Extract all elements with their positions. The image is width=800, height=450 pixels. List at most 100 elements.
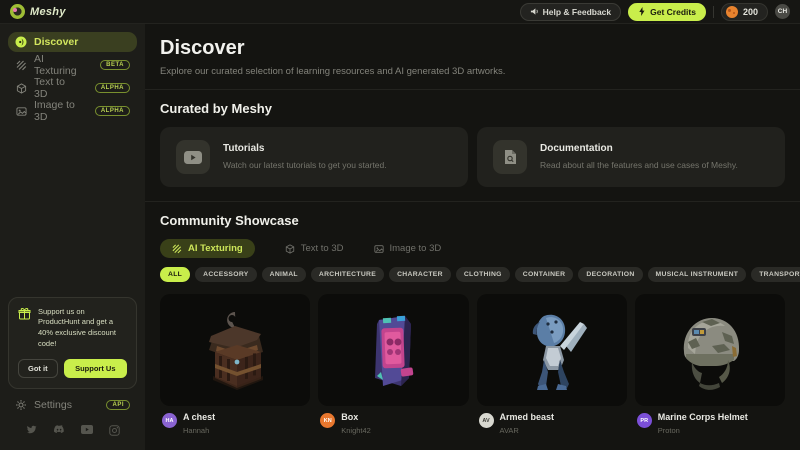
texture-brush-icon	[15, 59, 27, 71]
twitter-icon[interactable]	[26, 425, 37, 436]
resource-description: Read about all the features and use case…	[540, 160, 738, 170]
doc-search-icon	[493, 140, 527, 174]
model-card: KN Box Knight42	[318, 294, 468, 435]
model-author[interactable]: Hannah	[183, 426, 215, 435]
sidebar-item-ai-texturing[interactable]: AI Texturing BETA	[8, 55, 137, 75]
topbar: Meshy Help & Feedback Get Credits 200 CH	[0, 0, 800, 24]
author-avatar[interactable]: KN	[320, 413, 335, 428]
image-icon	[374, 244, 384, 254]
filter-container[interactable]: CONTAINER	[515, 267, 574, 282]
brand[interactable]: Meshy	[10, 4, 66, 19]
filter-decoration[interactable]: DECORATION	[578, 267, 642, 282]
category-filters: ALL ACCESSORY ANIMAL ARCHITECTURE CHARAC…	[160, 267, 785, 282]
api-badge: API	[106, 400, 130, 410]
get-credits-label: Get Credits	[650, 7, 696, 17]
main-content: Discover Explore our curated selection o…	[145, 24, 800, 450]
youtube-icon[interactable]	[81, 425, 93, 436]
model-card: PR Marine Corps Helmet Proton	[635, 294, 785, 435]
filter-all[interactable]: ALL	[160, 267, 190, 282]
beta-badge: BETA	[100, 60, 130, 70]
gift-icon	[18, 307, 31, 351]
settings-label: Settings	[34, 399, 72, 411]
model-grid: HA A chest Hannah	[160, 294, 785, 435]
showcase-section: Community Showcase AI Texturing Text to …	[145, 201, 800, 449]
sidebar-item-label: Image to 3D	[34, 99, 81, 123]
tutorials-card[interactable]: Tutorials Watch our latest tutorials to …	[160, 127, 468, 187]
cube-icon	[15, 82, 27, 94]
model-title[interactable]: A chest	[183, 413, 215, 423]
resource-description: Watch our latest tutorials to get you st…	[223, 160, 387, 170]
credits-balance[interactable]: 200	[721, 3, 768, 21]
model-title[interactable]: Box	[341, 413, 371, 423]
youtube-play-icon	[176, 140, 210, 174]
curated-section: Curated by Meshy Tutorials Watch our lat…	[145, 90, 800, 201]
documentation-card[interactable]: Documentation Read about all the feature…	[477, 127, 785, 187]
tab-label: AI Texturing	[188, 243, 243, 254]
help-feedback-button[interactable]: Help & Feedback	[520, 3, 622, 21]
credits-count: 200	[743, 7, 758, 17]
sidebar-item-text-to-3d[interactable]: Text to 3D ALPHA	[8, 78, 137, 98]
model-title[interactable]: Marine Corps Helmet	[658, 413, 748, 423]
get-credits-button[interactable]: Get Credits	[628, 3, 706, 21]
filter-architecture[interactable]: ARCHITECTURE	[311, 267, 384, 282]
sidebar-item-settings[interactable]: Settings API	[8, 389, 137, 419]
megaphone-icon	[530, 7, 539, 16]
filter-animal[interactable]: ANIMAL	[262, 267, 306, 282]
showcase-heading: Community Showcase	[160, 213, 785, 228]
tab-label: Image to 3D	[390, 243, 442, 254]
meshy-logo-icon	[10, 4, 25, 19]
filter-character[interactable]: CHARACTER	[389, 267, 451, 282]
model-author[interactable]: AVAR	[500, 426, 555, 435]
tab-image-to-3d[interactable]: Image to 3D	[374, 239, 442, 258]
sidebar: Discover AI Texturing BETA Text to 3D AL…	[0, 24, 145, 450]
model-title[interactable]: Armed beast	[500, 413, 555, 423]
model-card: AV Armed beast AVAR	[477, 294, 627, 435]
sidebar-item-label: Discover	[34, 36, 78, 48]
support-us-button[interactable]: Support Us	[64, 359, 127, 378]
discord-icon[interactable]	[53, 425, 65, 436]
filter-musical-instrument[interactable]: MUSICAL INSTRUMENT	[648, 267, 747, 282]
filter-accessory[interactable]: ACCESSORY	[195, 267, 257, 282]
filter-transportation[interactable]: TRANSPORTATION	[751, 267, 800, 282]
model-thumbnail-helmet[interactable]	[635, 294, 785, 406]
page-header: Discover Explore our curated selection o…	[145, 24, 800, 90]
support-banner: Support us on ProductHunt and get a 40% …	[8, 297, 137, 390]
tab-text-to-3d[interactable]: Text to 3D	[285, 239, 344, 258]
user-avatar[interactable]: CH	[775, 4, 790, 19]
model-card: HA A chest Hannah	[160, 294, 310, 435]
sidebar-item-discover[interactable]: Discover	[8, 32, 137, 52]
model-thumbnail-chest[interactable]	[160, 294, 310, 406]
page-title: Discover	[160, 37, 785, 60]
showcase-tabs: AI Texturing Text to 3D Image to 3D	[160, 239, 785, 258]
brand-name: Meshy	[30, 6, 66, 18]
page-subtitle: Explore our curated selection of learnin…	[160, 66, 785, 77]
sidebar-item-label: AI Texturing	[34, 53, 86, 77]
discover-icon	[15, 36, 27, 48]
author-avatar[interactable]: AV	[479, 413, 494, 428]
resource-title: Documentation	[540, 143, 738, 154]
curated-heading: Curated by Meshy	[160, 101, 785, 116]
coin-icon	[726, 6, 738, 18]
got-it-button[interactable]: Got it	[18, 359, 58, 378]
texture-brush-icon	[172, 244, 182, 254]
social-links	[8, 419, 137, 444]
model-thumbnail-box[interactable]	[318, 294, 468, 406]
instagram-icon[interactable]	[109, 425, 120, 436]
model-author[interactable]: Proton	[658, 426, 748, 435]
alpha-badge: ALPHA	[95, 83, 130, 93]
author-avatar[interactable]: PR	[637, 413, 652, 428]
help-feedback-label: Help & Feedback	[543, 7, 612, 17]
topbar-divider	[713, 6, 714, 18]
cube-icon	[285, 244, 295, 254]
support-text: Support us on ProductHunt and get a 40% …	[38, 307, 127, 351]
sidebar-item-image-to-3d[interactable]: Image to 3D ALPHA	[8, 101, 137, 121]
filter-clothing[interactable]: CLOTHING	[456, 267, 510, 282]
image-icon	[15, 105, 27, 117]
author-avatar[interactable]: HA	[162, 413, 177, 428]
gear-icon	[15, 399, 27, 411]
model-author[interactable]: Knight42	[341, 426, 371, 435]
sidebar-item-label: Text to 3D	[34, 76, 81, 100]
alpha-badge: ALPHA	[95, 106, 130, 116]
model-thumbnail-armed-beast[interactable]	[477, 294, 627, 406]
tab-ai-texturing[interactable]: AI Texturing	[160, 239, 255, 258]
